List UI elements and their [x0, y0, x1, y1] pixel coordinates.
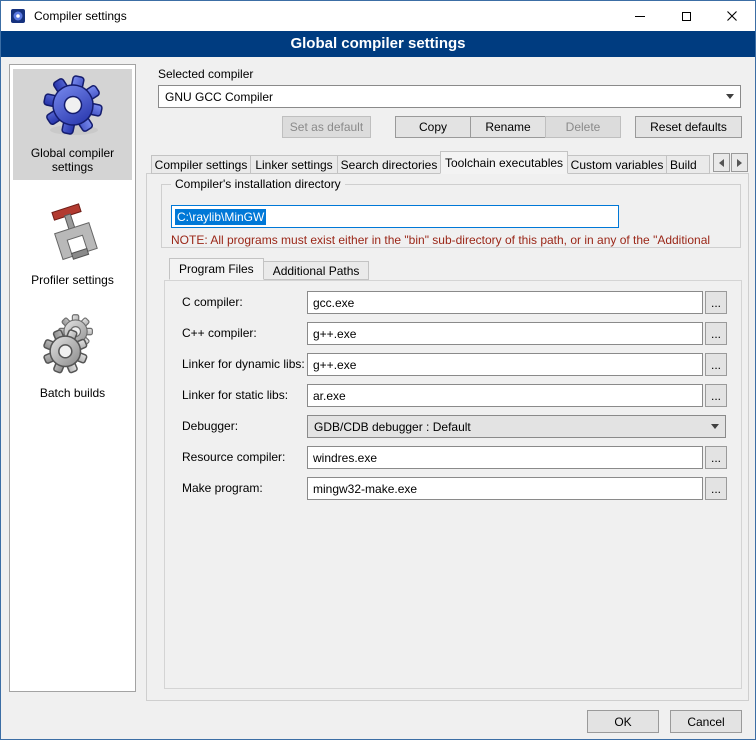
copy-button[interactable]: Copy: [395, 116, 471, 138]
c-compiler-label: C compiler:: [182, 291, 243, 314]
selected-compiler-label: Selected compiler: [158, 67, 253, 81]
sidebar-item-batch-builds[interactable]: Batch builds: [13, 309, 132, 406]
debugger-label: Debugger:: [182, 415, 238, 438]
sidebar: Global compiler settings Profiler settin…: [9, 64, 136, 692]
dynamic-linker-label: Linker for dynamic libs:: [182, 353, 305, 376]
tab-scroll-left-button[interactable]: [713, 153, 730, 172]
resource-compiler-input[interactable]: [307, 446, 703, 469]
c-compiler-input[interactable]: [307, 291, 703, 314]
browse-button[interactable]: ...: [705, 353, 727, 376]
arrow-left-icon: [719, 159, 724, 167]
tab-scroll-right-button[interactable]: [731, 153, 748, 172]
field-row: Debugger: GDB/CDB debugger : Default: [165, 415, 741, 438]
field-row: Linker for dynamic libs: ...: [165, 353, 741, 376]
delete-button[interactable]: Delete: [545, 116, 621, 138]
field-row: C compiler: ...: [165, 291, 741, 314]
rename-button[interactable]: Rename: [470, 116, 546, 138]
cpp-compiler-input[interactable]: [307, 322, 703, 345]
selected-compiler-combo[interactable]: GNU GCC Compiler: [158, 85, 741, 108]
dialog-header: Global compiler settings: [1, 31, 755, 57]
ok-button[interactable]: OK: [587, 710, 659, 733]
field-row: C++ compiler: ...: [165, 322, 741, 345]
titlebar-buttons: [617, 1, 755, 31]
static-linker-input[interactable]: [307, 384, 703, 407]
set-as-default-button[interactable]: Set as default: [282, 116, 371, 138]
browse-button[interactable]: ...: [705, 322, 727, 345]
make-program-label: Make program:: [182, 477, 263, 500]
tab-custom-variables[interactable]: Custom variables: [567, 155, 667, 174]
blue-gear-icon: [41, 73, 105, 137]
titlebar: Compiler settings: [1, 1, 755, 31]
sidebar-item-label: Batch builds: [15, 386, 130, 400]
main-tabstrip: Compiler settings Linker settings Search…: [151, 151, 711, 174]
cpp-compiler-label: C++ compiler:: [182, 322, 257, 345]
sidebar-item-label: Profiler settings: [15, 273, 130, 287]
tab-compiler-settings[interactable]: Compiler settings: [151, 155, 251, 174]
browse-button[interactable]: ...: [705, 291, 727, 314]
reset-defaults-button[interactable]: Reset defaults: [635, 116, 742, 138]
debugger-select[interactable]: GDB/CDB debugger : Default: [307, 415, 726, 438]
close-icon: [727, 11, 737, 21]
tab-build-truncated[interactable]: Build: [666, 155, 710, 174]
maximize-icon: [682, 12, 691, 21]
bin-subdirectory-note: NOTE: All programs must exist either in …: [171, 233, 741, 247]
installation-directory-legend: Compiler's installation directory: [171, 177, 345, 191]
program-files-panel: C compiler: ... C++ compiler: ... Linker…: [164, 280, 742, 689]
tab-linker-settings[interactable]: Linker settings: [250, 155, 338, 174]
maximize-button[interactable]: [663, 1, 709, 31]
selected-compiler-value: GNU GCC Compiler: [165, 90, 273, 104]
tab-additional-paths[interactable]: Additional Paths: [263, 261, 370, 280]
debugger-value: GDB/CDB debugger : Default: [314, 420, 471, 434]
dynamic-linker-input[interactable]: [307, 353, 703, 376]
cancel-button[interactable]: Cancel: [670, 710, 742, 733]
close-button[interactable]: [709, 1, 755, 31]
tab-program-files[interactable]: Program Files: [169, 258, 264, 280]
installation-directory-value: C:\raylib\MinGW: [175, 209, 266, 225]
browse-button[interactable]: ...: [705, 477, 727, 500]
field-row: Make program: ...: [165, 477, 741, 500]
minimize-button[interactable]: [617, 1, 663, 31]
browse-button[interactable]: ...: [705, 384, 727, 407]
sidebar-item-profiler-settings[interactable]: Profiler settings: [13, 196, 132, 293]
sidebar-item-global-compiler-settings[interactable]: Global compiler settings: [13, 69, 132, 180]
tab-search-directories[interactable]: Search directories: [337, 155, 441, 174]
clamp-tool-icon: [41, 200, 105, 264]
gray-gears-icon: [41, 313, 105, 377]
field-row: Resource compiler: ...: [165, 446, 741, 469]
static-linker-label: Linker for static libs:: [182, 384, 288, 407]
window-title: Compiler settings: [34, 9, 127, 23]
minimize-icon: [635, 16, 645, 17]
installation-directory-input[interactable]: C:\raylib\MinGW: [171, 205, 619, 228]
field-row: Linker for static libs: ...: [165, 384, 741, 407]
compiler-settings-window: Compiler settings Global compiler settin…: [0, 0, 756, 740]
tab-toolchain-executables[interactable]: Toolchain executables: [440, 151, 568, 174]
program-tabstrip: Program Files Additional Paths: [169, 258, 369, 280]
browse-button[interactable]: ...: [705, 446, 727, 469]
sidebar-item-label: Global compiler settings: [15, 146, 130, 174]
arrow-right-icon: [737, 159, 742, 167]
app-icon: [10, 8, 26, 24]
chevron-down-icon: [726, 94, 734, 99]
make-program-input[interactable]: [307, 477, 703, 500]
chevron-down-icon: [711, 424, 719, 429]
resource-compiler-label: Resource compiler:: [182, 446, 285, 469]
